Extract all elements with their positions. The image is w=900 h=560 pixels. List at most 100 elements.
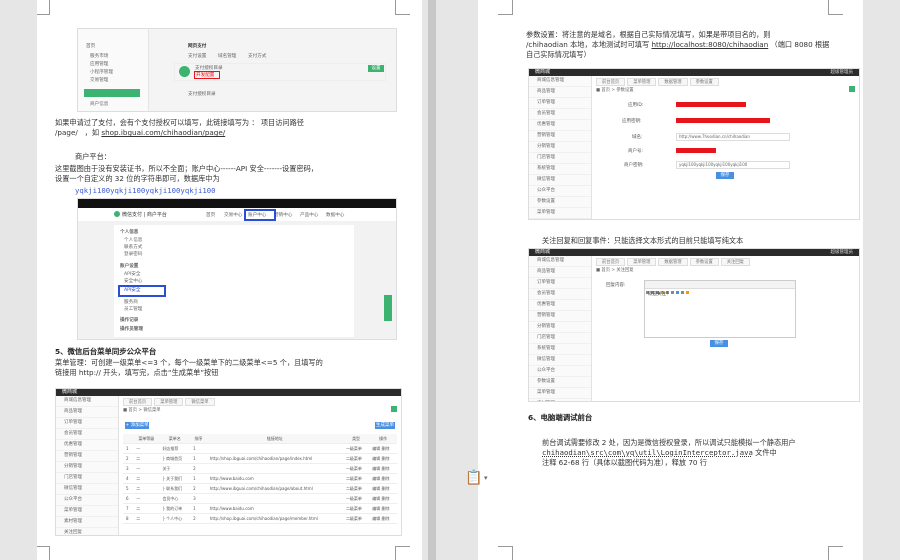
sidebar-item[interactable]: 营销管理 — [529, 131, 591, 142]
sidebar-item[interactable]: 菜单管理 — [56, 506, 118, 517]
sidebar-item[interactable]: 商品管理 — [529, 87, 591, 98]
side-item[interactable]: 安全中心 — [124, 278, 142, 284]
payment-path-link[interactable]: shop.ibguai.com/chihaodian/page/ — [101, 128, 225, 137]
admin-tab[interactable]: 前台首页 — [596, 258, 626, 266]
sidebar-item[interactable]: 素材管理 — [529, 219, 591, 220]
sidebar-item[interactable]: 分销管理 — [56, 462, 118, 473]
chevron-down-icon[interactable]: ▾ — [484, 474, 488, 482]
sidebar-item[interactable]: 菜单管理 — [529, 388, 591, 399]
refresh-icon[interactable] — [391, 406, 397, 412]
sidebar-item[interactable]: 订单管理 — [529, 278, 591, 289]
admin-tab[interactable]: 参数设置 — [689, 258, 719, 266]
save-button[interactable]: 保存 — [710, 340, 728, 347]
sidebar-item: 交易管理 — [90, 78, 109, 83]
admin-tab[interactable]: 菜单管理 — [154, 398, 184, 406]
side-item-api-security[interactable]: API安全 — [124, 287, 140, 293]
admin-tab[interactable]: 菜单管理 — [627, 258, 657, 266]
nav-item[interactable]: 首页 — [206, 212, 215, 218]
row-actions[interactable]: 编辑 删除 — [369, 453, 397, 464]
admin-user[interactable]: 超级管理员 — [831, 69, 854, 76]
sidebar-item[interactable]: 营销管理 — [56, 451, 118, 462]
save-button[interactable]: 保存 — [716, 172, 734, 179]
sidebar-item[interactable]: 门店管理 — [529, 153, 591, 164]
admin-user[interactable]: 超级管理员 — [831, 249, 854, 256]
row-actions[interactable]: 编辑 删除 — [369, 493, 397, 504]
nav-item[interactable]: 营销中心 — [274, 212, 292, 218]
admin-tab[interactable]: 前台首页 — [596, 78, 626, 86]
sidebar-item[interactable]: 会员管理 — [56, 429, 118, 440]
nav-item[interactable]: 产品中心 — [300, 212, 318, 218]
row-actions[interactable]: 编辑 删除 — [369, 513, 397, 524]
sidebar-item[interactable]: 公众平台 — [56, 495, 118, 506]
admin-tab[interactable]: 数据管理 — [658, 258, 688, 266]
side-group: 账户设置 — [120, 264, 139, 269]
admin-tab[interactable]: 微信菜单 — [185, 398, 215, 406]
sidebar-item[interactable]: 门店管理 — [529, 333, 591, 344]
toolbar-list-icon[interactable] — [671, 291, 674, 294]
side-item[interactable]: 登录密码 — [124, 251, 142, 257]
side-item[interactable]: 服务商 — [124, 299, 138, 305]
row-actions[interactable]: 编辑 删除 — [369, 483, 397, 494]
toolbar-link-icon[interactable] — [676, 291, 679, 294]
set-button[interactable]: 设置 — [368, 65, 384, 72]
toolbar-emoji-icon[interactable] — [686, 291, 689, 294]
reply-editor[interactable]: 欢迎关注！ — [644, 280, 796, 338]
row-actions[interactable]: 编辑 删除 — [369, 443, 397, 454]
sidebar-item[interactable]: 微信管理 — [529, 355, 591, 366]
generate-menu-button[interactable]: 生成菜单 — [375, 422, 395, 429]
admin-tab[interactable]: 前台首页 — [123, 398, 153, 406]
sidebar-item[interactable]: 公众平台 — [529, 186, 591, 197]
editor-content[interactable]: 欢迎关注！ — [645, 289, 795, 299]
sidebar-item[interactable]: 营销管理 — [529, 311, 591, 322]
sidebar-item[interactable]: 参数设置 — [529, 377, 591, 388]
admin-tab[interactable]: 参数设置 — [689, 78, 719, 86]
side-item[interactable]: 联系方式 — [124, 244, 142, 250]
table-cell: 3 — [190, 493, 207, 504]
sidebar-item[interactable]: 会员管理 — [529, 109, 591, 120]
row-actions[interactable]: 编辑 删除 — [369, 503, 397, 514]
add-menu-button[interactable]: + 添加菜单 — [125, 422, 149, 429]
sidebar-item[interactable]: 商城信息管理 — [529, 76, 591, 87]
feedback-tab[interactable] — [384, 295, 392, 321]
sidebar-item[interactable]: 订单管理 — [56, 418, 118, 429]
sidebar-item[interactable]: 分销管理 — [529, 322, 591, 333]
side-item[interactable]: API安全 — [124, 271, 140, 277]
domain-field[interactable]: http://www.7hoodian.cn/chihaodian — [676, 133, 790, 141]
sidebar-item[interactable]: 商城信息管理 — [529, 256, 591, 267]
sidebar-item[interactable]: 订单管理 — [529, 98, 591, 109]
sidebar-item[interactable]: 微信管理 — [529, 175, 591, 186]
sidebar-item[interactable]: 优惠管理 — [56, 440, 118, 451]
sidebar-item[interactable]: 优惠管理 — [529, 300, 591, 311]
sidebar-item[interactable]: 菜单管理 — [529, 208, 591, 219]
row-actions[interactable]: 编辑 删除 — [369, 463, 397, 474]
refresh-icon[interactable] — [849, 86, 855, 92]
nav-item[interactable]: 交易中心 — [224, 212, 242, 218]
sidebar-item[interactable]: 参数设置 — [529, 197, 591, 208]
sidebar-item[interactable]: 商城信息管理 — [56, 396, 118, 407]
row-actions[interactable]: 编辑 删除 — [369, 473, 397, 484]
admin-tab[interactable]: 菜单管理 — [627, 78, 657, 86]
toolbar-image-icon[interactable] — [681, 291, 684, 294]
side-item[interactable]: 员工管理 — [124, 306, 142, 312]
paste-options-icon[interactable]: 📋 — [465, 470, 482, 486]
sidebar-item[interactable]: 系统管理 — [529, 164, 591, 175]
sidebar-item[interactable]: 系统管理 — [529, 344, 591, 355]
admin-tab[interactable]: 关注回复 — [720, 258, 750, 266]
sidebar-item[interactable]: 微信管理 — [56, 484, 118, 495]
localhost-link[interactable]: http://localhost:8080/chihaodian — [651, 40, 768, 49]
sidebar-item[interactable]: 商品管理 — [529, 267, 591, 278]
admin-tab[interactable]: 数据管理 — [658, 78, 688, 86]
sidebar-item[interactable]: 会员管理 — [529, 289, 591, 300]
sidebar-item[interactable]: 素材管理 — [529, 399, 591, 401]
sidebar-item[interactable]: 公众平台 — [529, 366, 591, 377]
sidebar-item[interactable]: 素材管理 — [56, 517, 118, 528]
merchant-key-field[interactable]: yqkji100yqkji100yqkji100yqkji100 — [676, 161, 790, 169]
side-item[interactable]: 个人信息 — [124, 237, 142, 243]
sidebar-item[interactable]: 关注回复 — [56, 528, 118, 535]
sidebar-item[interactable]: 优惠管理 — [529, 120, 591, 131]
sidebar-item[interactable]: 分销管理 — [529, 142, 591, 153]
main-tab: 支付设置 — [188, 54, 207, 59]
sidebar-item[interactable]: 商品管理 — [56, 407, 118, 418]
sidebar-item[interactable]: 门店管理 — [56, 473, 118, 484]
nav-item[interactable]: 数据中心 — [326, 212, 344, 218]
